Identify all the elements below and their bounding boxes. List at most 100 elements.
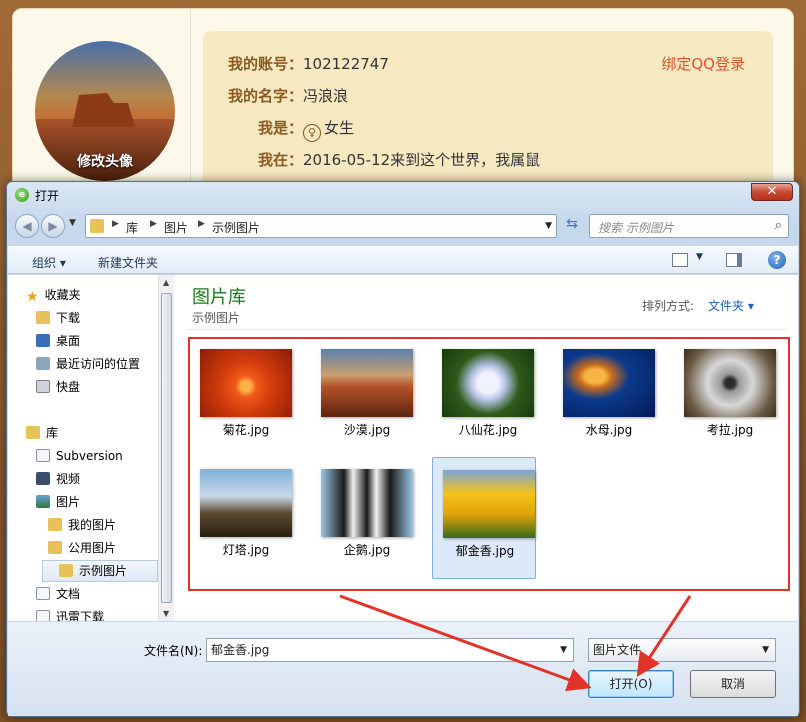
dialog-body: ★ 收藏夹 下载 桌面 最近访问的位置 快盘 库 Subversion 视频 图片… (8, 275, 798, 621)
view-dropdown-icon[interactable]: ▼ (696, 252, 703, 262)
birth-key: 我在： (257, 151, 303, 169)
chevron-right-icon[interactable]: ▶ (112, 219, 119, 229)
name-value: 冯浪浪 (303, 87, 349, 105)
nav-sample-pictures-label: 示例图片 (79, 564, 128, 578)
gender-row: 我是： ♀ 女生 (223, 117, 354, 142)
dialog-titlebar[interactable]: e 打开 ✕ (7, 182, 799, 208)
avatar[interactable]: 修改头像 (35, 41, 175, 181)
file-item-chrysanthemum[interactable]: 菊花.jpg (190, 341, 294, 459)
breadcrumb-libraries[interactable]: 库 (126, 219, 138, 236)
breadcrumb-sample-pictures[interactable]: 示例图片 (212, 219, 260, 236)
close-button[interactable]: ✕ (751, 183, 793, 201)
filetype-dropdown-icon[interactable]: ▼ (762, 639, 769, 661)
desktop-icon (36, 334, 50, 347)
filetype-select[interactable]: 图片文件 ▼ (588, 638, 776, 662)
help-icon[interactable]: ? (768, 251, 786, 269)
dialog-title: 打开 (35, 189, 60, 203)
file-item-lighthouse[interactable]: 灯塔.jpg (190, 461, 294, 579)
nav-subversion-label: Subversion (56, 449, 123, 463)
document-library-icon (36, 449, 50, 462)
file-name: 郁金香.jpg (455, 544, 515, 558)
nav-scrollbar[interactable]: ▲ ▼ (158, 275, 174, 621)
back-icon[interactable]: ◀ (15, 214, 39, 238)
account-row: 我的账号：102122747 (223, 53, 389, 74)
scroll-down-icon[interactable]: ▼ (163, 609, 169, 618)
nav-pictures-label: 图片 (56, 495, 81, 509)
file-list-pane: 图片库 示例图片 排列方式: 文件夹 ▾ 菊花.jpg 沙漠.jpg 八仙花.j… (176, 275, 798, 621)
organize-menu[interactable]: 组织 ▾ (32, 254, 66, 271)
nav-libraries[interactable]: 库 (26, 423, 172, 445)
star-icon: ★ (26, 289, 39, 305)
file-item-desert[interactable]: 沙漠.jpg (311, 341, 415, 459)
file-item-penguins[interactable]: 企鹅.jpg (311, 461, 415, 579)
file-name: 灯塔.jpg (222, 543, 270, 557)
recent-places-icon (36, 357, 50, 370)
search-input[interactable]: 搜索 示例图片 ⌕ (589, 214, 789, 238)
profile-info: 我的账号：102122747 我的名字：冯浪浪 我是： ♀ 女生 我在：2016-0… (203, 31, 773, 201)
sort-dropdown[interactable]: 文件夹 ▾ (708, 297, 754, 314)
account-key: 我的账号： (227, 55, 303, 73)
pictures-icon (36, 495, 50, 508)
change-avatar-label[interactable]: 修改头像 (35, 151, 175, 171)
nav-my-pictures[interactable]: 我的图片 (48, 515, 158, 537)
folder-icon (90, 219, 104, 233)
nav-recent-label: 最近访问的位置 (56, 357, 141, 371)
address-bar[interactable]: ▶ 库 ▶ 图片 ▶ 示例图片 ▼ (85, 214, 557, 238)
koala-thumbnail (684, 349, 776, 417)
folder-icon (59, 564, 73, 577)
nav-xunlei-label: 迅雷下载 (56, 610, 105, 621)
nav-kuaipan-label: 快盘 (56, 380, 81, 394)
file-name: 水母.jpg (585, 423, 633, 437)
nav-public-pictures[interactable]: 公用图片 (48, 538, 158, 560)
view-options-icon[interactable] (672, 253, 688, 267)
library-title: 图片库 (192, 287, 246, 308)
lighthouse-thumbnail (200, 469, 292, 537)
nav-favorites-label: 收藏夹 (44, 288, 81, 302)
jellyfish-thumbnail (563, 349, 655, 417)
new-folder-button[interactable]: 新建文件夹 (98, 254, 158, 271)
file-name: 考拉.jpg (706, 423, 754, 437)
open-button[interactable]: 打开(O) (588, 670, 674, 698)
history-dropdown-icon[interactable]: ▼ (69, 218, 76, 228)
birth-value: 2016-05-12来到这个世界，我属鼠 (303, 151, 541, 169)
nav-sample-pictures[interactable]: 示例图片 (42, 560, 158, 582)
filename-value: 郁金香.jpg (211, 643, 270, 657)
file-item-tulips[interactable]: 郁金香.jpg (432, 457, 536, 579)
document-icon (36, 587, 50, 600)
refresh-icon[interactable]: ⇆ (561, 216, 583, 236)
forward-icon[interactable]: ▶ (41, 214, 65, 238)
desert-thumbnail (321, 349, 413, 417)
open-file-dialog: e 打开 ✕ ◀ ▶ ▼ ▶ 库 ▶ 图片 ▶ 示例图片 ▼ ⇆ 搜索 示例图片… (6, 181, 800, 717)
nav-documents-label: 文档 (56, 587, 81, 601)
tulips-thumbnail (443, 470, 535, 538)
chevron-right-icon[interactable]: ▶ (198, 219, 205, 229)
file-item-jellyfish[interactable]: 水母.jpg (553, 341, 657, 459)
file-name: 菊花.jpg (222, 423, 270, 437)
nav-my-pictures-label: 我的图片 (68, 518, 117, 532)
file-name: 沙漠.jpg (343, 423, 391, 437)
filename-dropdown-icon[interactable]: ▼ (560, 639, 567, 661)
penguins-thumbnail (321, 469, 413, 537)
nav-favorites[interactable]: ★ 收藏夹 (26, 285, 172, 307)
breadcrumb-pictures[interactable]: 图片 (164, 219, 188, 236)
video-icon (36, 472, 50, 485)
download-icon (36, 610, 50, 621)
name-key: 我的名字： (227, 87, 303, 105)
scroll-up-icon[interactable]: ▲ (163, 278, 169, 287)
filename-input[interactable]: 郁金香.jpg ▼ (206, 638, 574, 662)
chevron-right-icon[interactable]: ▶ (150, 219, 157, 229)
gender-value: 女生 (324, 119, 355, 137)
avatar-ground (35, 119, 175, 181)
cancel-button[interactable]: 取消 (690, 670, 776, 698)
bind-qq-link[interactable]: 绑定QQ登录 (661, 53, 745, 74)
preview-pane-icon[interactable] (726, 253, 742, 267)
chrysanthemum-thumbnail (200, 349, 292, 417)
avatar-column: 修改头像 (13, 9, 191, 209)
file-item-koala[interactable]: 考拉.jpg (674, 341, 778, 459)
app-icon: e (15, 188, 29, 202)
file-item-hydrangeas[interactable]: 八仙花.jpg (432, 341, 536, 459)
search-icon[interactable]: ⌕ (775, 218, 782, 233)
library-subtitle: 示例图片 (192, 311, 241, 325)
address-dropdown-icon[interactable]: ▼ (545, 221, 552, 231)
scrollbar-thumb[interactable] (161, 293, 172, 603)
